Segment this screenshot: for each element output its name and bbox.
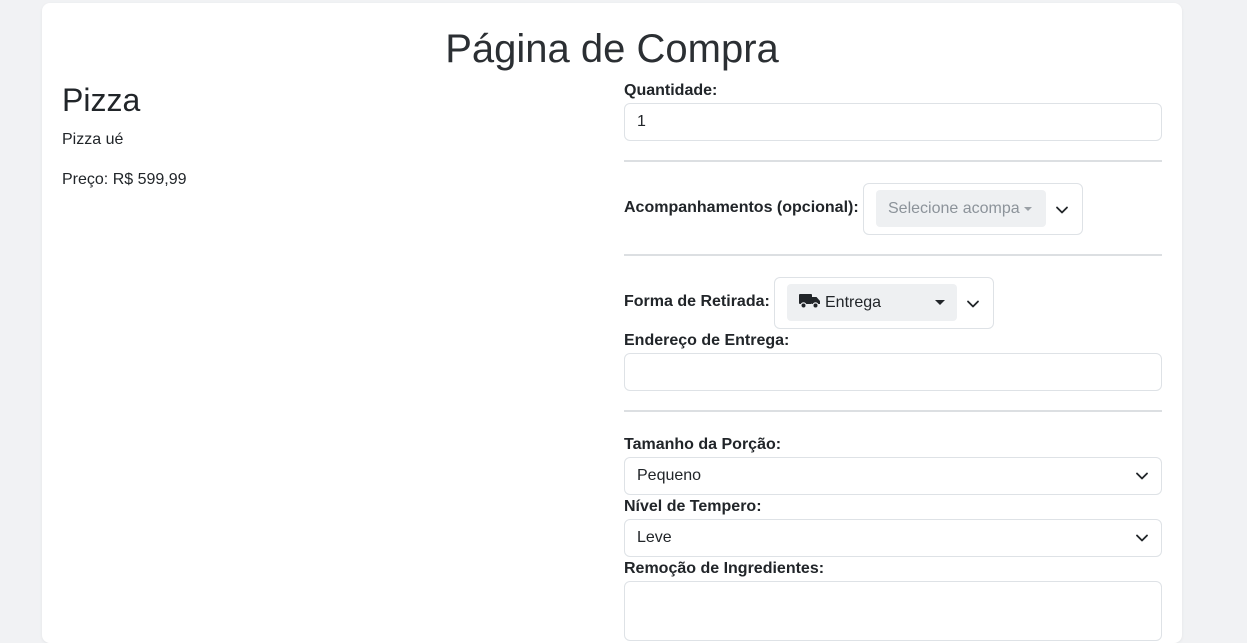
sides-placeholder: Selecione acompa (888, 200, 1020, 217)
chevron-down-icon (967, 300, 979, 308)
price-label: Preço: (62, 171, 109, 188)
portion-label: Tamanho da Porção: (624, 436, 782, 453)
price-value: R$ 599,99 (112, 171, 187, 188)
removal-textarea[interactable] (624, 581, 1162, 641)
chevron-down-icon (1056, 206, 1068, 214)
caret-down-icon (935, 300, 945, 305)
purchase-card: Página de Compra Pizza Pizza ué Preço: R… (42, 3, 1182, 643)
product-description: Pizza ué (62, 131, 124, 148)
chevron-down-icon (1136, 534, 1148, 542)
truck-icon (799, 294, 820, 309)
caret-down-icon (1023, 206, 1032, 211)
portion-select[interactable]: Pequeno (624, 457, 1162, 495)
address-input[interactable] (624, 353, 1162, 391)
sides-select-button[interactable]: Selecione acompa (876, 190, 1046, 227)
pickup-value: Entrega (825, 294, 882, 311)
pickup-select-button[interactable]: Entrega (787, 284, 957, 321)
spice-value: Leve (637, 529, 672, 546)
spice-select[interactable]: Leve (624, 519, 1162, 557)
sides-label: Acompanhamentos (opcional): (624, 199, 859, 216)
divider (624, 254, 1162, 256)
spice-label: Nível de Tempero: (624, 498, 762, 515)
pickup-select[interactable]: Entrega (774, 277, 994, 329)
pickup-label: Forma de Retirada: (624, 293, 770, 310)
divider (624, 160, 1162, 162)
quantity-input[interactable]: 1 (624, 103, 1162, 141)
sides-select[interactable]: Selecione acompa (863, 183, 1083, 235)
product-price: Preço: R$ 599,99 (62, 170, 187, 190)
page-title: Página de Compra (445, 27, 779, 71)
divider (624, 410, 1162, 412)
chevron-down-icon (1136, 472, 1148, 480)
product-name: Pizza (62, 82, 141, 118)
quantity-label: Quantidade: (624, 82, 718, 99)
removal-label: Remoção de Ingredientes: (624, 560, 825, 577)
portion-value: Pequeno (637, 467, 702, 484)
address-label: Endereço de Entrega: (624, 332, 790, 349)
